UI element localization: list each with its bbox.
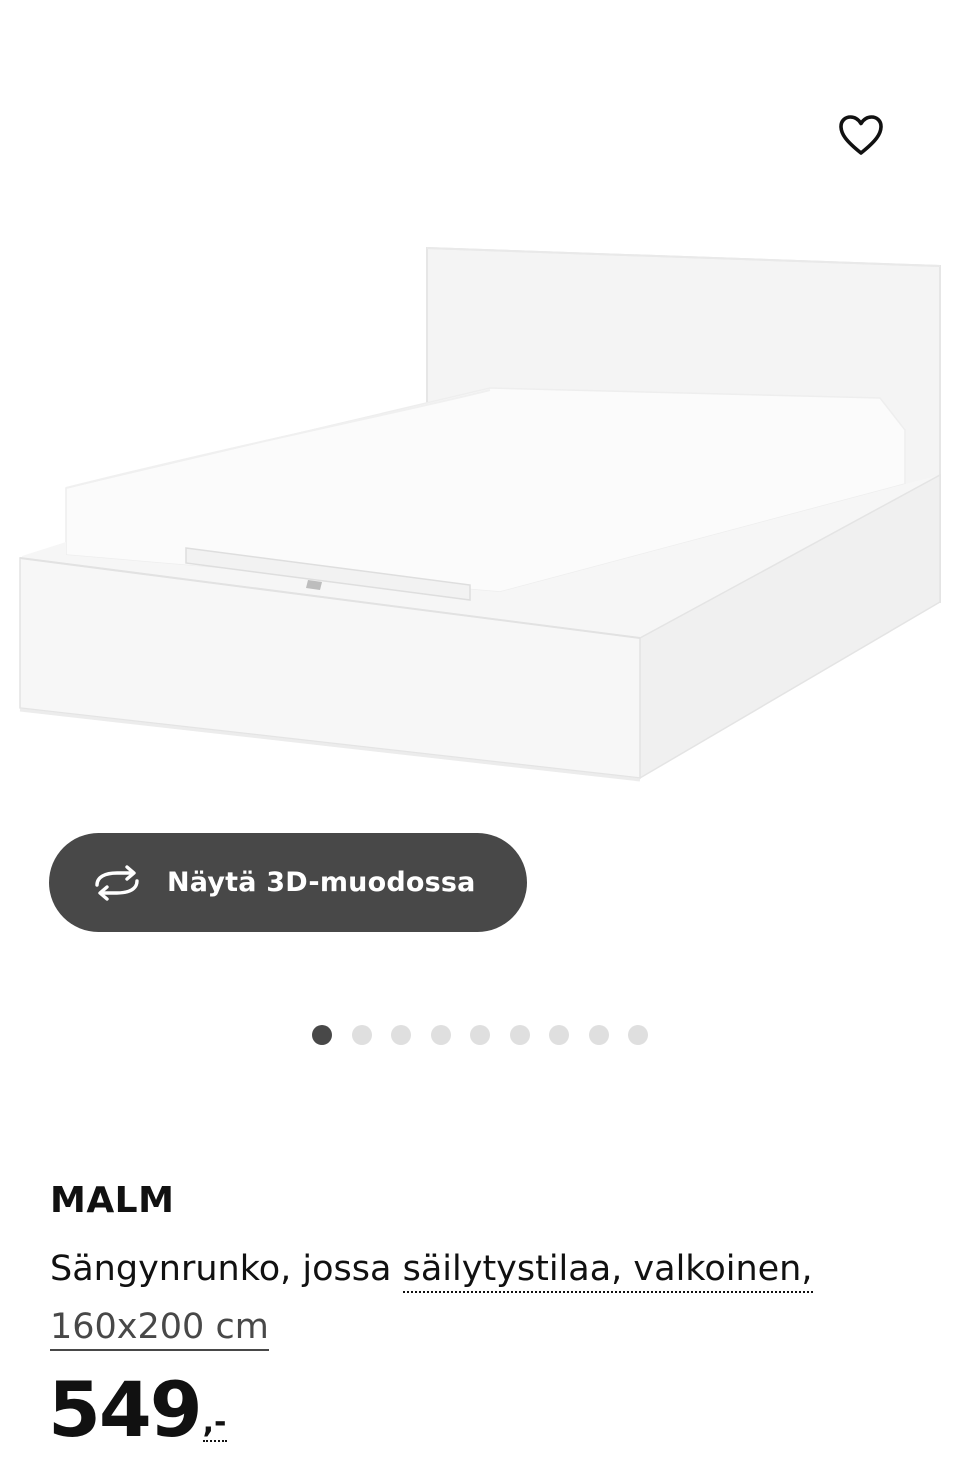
view-3d-label: Näytä 3D-muodossa (167, 867, 476, 898)
product-image[interactable] (0, 230, 960, 810)
price-amount: 549 (48, 1365, 203, 1454)
carousel-dot[interactable] (549, 1025, 569, 1045)
carousel-dot[interactable] (430, 1025, 451, 1045)
price-suffix: ,- (202, 1405, 227, 1442)
carousel-dot[interactable] (628, 1025, 648, 1045)
product-name: MALM (50, 1180, 175, 1221)
rotate-3d-icon (91, 864, 143, 901)
heart-outline-icon (839, 115, 883, 155)
product-size-link[interactable]: 160x200 cm (50, 1305, 269, 1351)
carousel-dot[interactable] (312, 1025, 332, 1045)
product-variant-link[interactable]: säilytystilaa, valkoinen, (402, 1249, 813, 1293)
view-3d-button[interactable]: Näytä 3D-muodossa (49, 833, 527, 932)
carousel-dot[interactable] (351, 1025, 372, 1045)
favorite-button[interactable] (832, 108, 890, 162)
carousel-dot[interactable] (470, 1025, 490, 1045)
carousel-dot[interactable] (509, 1025, 530, 1045)
product-price: 549 ,- (48, 1368, 227, 1452)
product-description: Sängynrunko, jossa säilytystilaa, valkoi… (50, 1240, 930, 1356)
image-carousel-dots (0, 1025, 960, 1047)
carousel-dot[interactable] (588, 1025, 609, 1045)
product-type: Sängynrunko, jossa (50, 1249, 403, 1289)
carousel-dot[interactable] (391, 1025, 411, 1045)
